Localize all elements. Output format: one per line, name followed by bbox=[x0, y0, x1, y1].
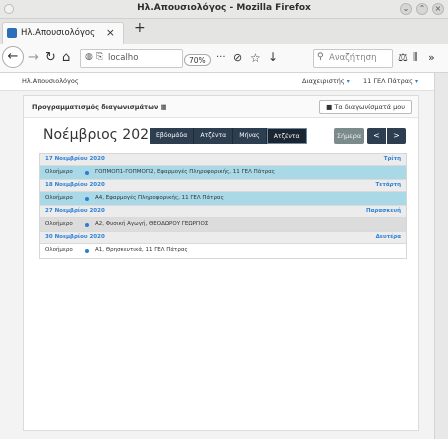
event-list: 17 Νοεμβρίου 2020 Τρίτη Ολοήμερο ΓΟΠΜΟΠ1… bbox=[39, 153, 407, 259]
page-actions-icon[interactable]: ··· bbox=[216, 50, 226, 66]
event-dot-icon bbox=[85, 171, 89, 175]
calendar-title: Νοέμβριος 2020 bbox=[43, 127, 158, 143]
day-weekday[interactable]: Τρίτη bbox=[384, 156, 401, 162]
page-viewport: Ηλ.Απουσιολόγος Διαχειριστής ▾ 11 ΓΕΛ Πά… bbox=[0, 73, 448, 439]
event-time: Ολοήμερο bbox=[45, 247, 73, 253]
chevron-down-icon: ▾ bbox=[346, 78, 350, 85]
view-week-button[interactable]: Εβδομάδα bbox=[150, 128, 195, 144]
calendar-icon: ▦ bbox=[160, 103, 167, 111]
event-row[interactable]: Ολοήμερο Α2, Φυσική Αγωγή, ΘΕΟΔΩΡΟΥ ΓΕΩΡ… bbox=[40, 218, 406, 232]
card-title: Προγραμματισμός διαγωνισμάτων ▦ bbox=[32, 103, 167, 111]
event-title: Α4, Εφαρμογές Πληροφορικής, 11 ΓΕΛ Πάτρα… bbox=[95, 195, 224, 201]
favicon-icon bbox=[7, 28, 17, 38]
event-row[interactable]: Ολοήμερο ΓΟΠΜΟΠ1-ΓΟΠΜΟΠ2, Εφαρμογές Πληρ… bbox=[40, 166, 406, 180]
search-input[interactable]: ⚲ Αναζήτηση bbox=[313, 49, 393, 68]
event-time: Ολοήμερο bbox=[45, 195, 73, 201]
event-dot-icon bbox=[85, 223, 89, 227]
window-title: Ηλ.Απουσιολόγος - Mozilla Firefox bbox=[137, 3, 311, 13]
day-weekday[interactable]: Τετάρτη bbox=[376, 182, 401, 188]
bookmark-star-icon[interactable]: ☆ bbox=[250, 50, 261, 66]
app-navbar: Ηλ.Απουσιολόγος Διαχειριστής ▾ 11 ΓΕΛ Πά… bbox=[0, 73, 434, 91]
minimize-icon[interactable]: ⌄ bbox=[400, 3, 412, 15]
url-text: localho bbox=[108, 53, 139, 63]
day-date[interactable]: 30 Νοεμβρίου 2020 bbox=[45, 234, 105, 240]
close-tab-icon[interactable]: × bbox=[106, 26, 115, 39]
app-brand[interactable]: Ηλ.Απουσιολόγος bbox=[22, 77, 79, 85]
day-date[interactable]: 18 Νοεμβρίου 2020 bbox=[45, 182, 105, 188]
prev-month-button[interactable]: < bbox=[367, 128, 386, 144]
admin-menu[interactable]: Διαχειριστής ▾ bbox=[302, 77, 350, 85]
event-time: Ολοήμερο bbox=[45, 169, 73, 175]
event-title: Α2, Φυσική Αγωγή, ΘΕΟΔΩΡΟΥ ΓΕΩΡΓΙΟΣ bbox=[95, 221, 209, 227]
navigation-toolbar: ← → ↻ ⌂ ◍ ⎘ localho 70% ··· ⊘ ☆ ↓ ⚲ Αναζ… bbox=[0, 44, 448, 73]
event-title: ΓΟΠΜΟΠ1-ΓΟΠΜΟΠ2, Εφαρμογές Πληροφορικής,… bbox=[95, 169, 275, 175]
view-agenda-button[interactable]: Ατζέντα bbox=[194, 128, 234, 144]
event-time: Ολοήμερο bbox=[45, 221, 73, 227]
reload-icon[interactable]: ↻ bbox=[45, 50, 56, 66]
day-header: 17 Νοεμβρίου 2020 Τρίτη bbox=[40, 154, 406, 166]
day-date[interactable]: 17 Νοεμβρίου 2020 bbox=[45, 156, 105, 162]
event-dot-icon bbox=[85, 197, 89, 201]
exam-scheduler-card: Προγραμματισμός διαγωνισμάτων ▦ ■ Τα δια… bbox=[23, 95, 419, 431]
search-placeholder: Αναζήτηση bbox=[329, 53, 377, 63]
tab-strip: Ηλ.Απουσιολόγος × + bbox=[0, 19, 448, 44]
day-weekday[interactable]: Παρασκευή bbox=[366, 208, 401, 214]
shield-icon[interactable]: ◍ bbox=[85, 52, 93, 62]
back-button[interactable]: ← bbox=[2, 46, 24, 68]
view-month-button[interactable]: Μήνας bbox=[233, 128, 267, 144]
day-header: 18 Νοεμβρίου 2020 Τετάρτη bbox=[40, 180, 406, 192]
day-date[interactable]: 27 Νοεμβρίου 2020 bbox=[45, 208, 105, 214]
view-list-button[interactable]: Ατζέντα bbox=[266, 128, 307, 144]
day-header: 30 Νοεμβρίου 2020 Δευτέρα bbox=[40, 232, 406, 244]
page-info-icon[interactable]: ⎘ bbox=[96, 52, 103, 62]
overflow-icon[interactable]: » bbox=[428, 50, 435, 66]
search-icon: ⚲ bbox=[317, 52, 324, 62]
zoom-level-badge[interactable]: 70% bbox=[184, 54, 211, 66]
window-titlebar: Ηλ.Απουσιολόγος - Mozilla Firefox ⌄ ⌃ × bbox=[0, 0, 448, 19]
day-weekday[interactable]: Δευτέρα bbox=[376, 234, 401, 240]
extension-icon[interactable]: ⚖ bbox=[398, 50, 408, 66]
next-month-button[interactable]: > bbox=[387, 128, 406, 144]
event-row[interactable]: Ολοήμερο Α4, Εφαρμογές Πληροφορικής, 11 … bbox=[40, 192, 406, 206]
event-row[interactable]: Ολοήμερο Α1, Θρησκευτικά, 11 ΓΕΛ Πάτρας bbox=[40, 244, 406, 258]
forward-icon[interactable]: → bbox=[28, 50, 39, 66]
browser-tab[interactable]: Ηλ.Απουσιολόγος × bbox=[2, 22, 124, 44]
new-tab-icon[interactable]: + bbox=[134, 20, 146, 36]
day-header: 27 Νοεμβρίου 2020 Παρασκευή bbox=[40, 206, 406, 218]
tab-label: Ηλ.Απουσιολόγος bbox=[21, 28, 96, 38]
close-window-icon[interactable]: × bbox=[432, 3, 444, 15]
event-title: Α1, Θρησκευτικά, 11 ΓΕΛ Πάτρας bbox=[95, 247, 188, 253]
today-button[interactable]: Σήμερα bbox=[334, 128, 364, 144]
page-scrollbar[interactable] bbox=[434, 73, 448, 439]
my-tests-button[interactable]: ■ Τα διαγωνίσματά μου bbox=[319, 100, 412, 114]
url-bar[interactable]: ◍ ⎘ localho bbox=[80, 49, 183, 68]
download-icon[interactable]: ↓ bbox=[268, 49, 278, 65]
library-icon[interactable]: ⫼ bbox=[413, 50, 418, 66]
view-switcher: Εβδομάδα Ατζέντα Μήνας Ατζέντα bbox=[150, 128, 307, 144]
school-menu[interactable]: 11 ΓΕΛ Πάτρας ▾ bbox=[363, 77, 418, 85]
home-icon[interactable]: ⌂ bbox=[62, 50, 70, 66]
card-header: Προγραμματισμός διαγωνισμάτων ▦ ■ Τα δια… bbox=[24, 96, 418, 118]
event-dot-icon bbox=[85, 249, 89, 253]
maximize-icon[interactable]: ⌃ bbox=[416, 3, 428, 15]
pocket-icon[interactable]: ⊘ bbox=[233, 50, 242, 66]
chevron-down-icon: ▾ bbox=[414, 78, 418, 85]
book-icon: ■ bbox=[326, 103, 333, 111]
